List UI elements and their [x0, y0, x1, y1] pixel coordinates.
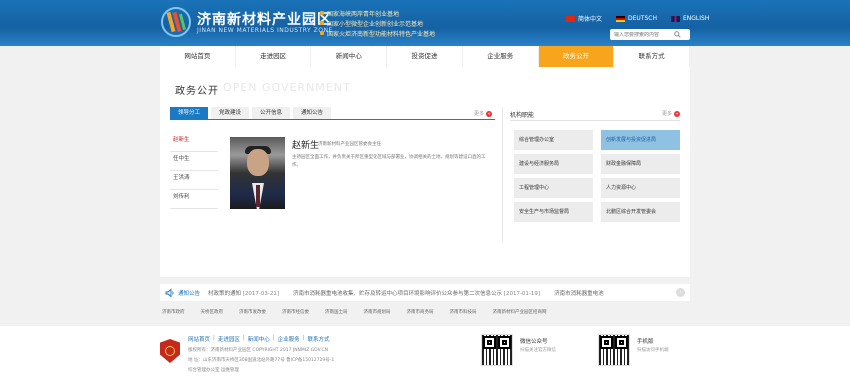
slogan-item: 国家海峡两岸青年创业基地 — [320, 8, 435, 18]
lang-english[interactable]: ENGLISH — [671, 14, 709, 23]
notice-item[interactable]: 济南市消耗器重电池 — [554, 289, 604, 297]
copyright-text: 版权所有：济南新材料产业园区 COPYRIGHT 2017 JNNMIZ.GOV… — [188, 348, 329, 353]
footer-link[interactable]: 走进园区 — [218, 335, 240, 343]
language-switcher: 简体中文 DEUTSCH ENGLISH — [566, 14, 709, 23]
leader-description: 主持园区全面工作，并负责关于所区重型化区域与部署业，协调相关的土地、规划等建设口… — [292, 155, 486, 168]
slogan-list: 国家海峡两岸青年创业基地 国家小型微型企业创新创业示范基地 国家火炬济南新型功能… — [320, 8, 435, 38]
tab-leadership[interactable]: 领导分工 — [170, 107, 209, 119]
header-bar: 济南新材料产业园区 JINAN NEW MATERIALS INDUSTRY Z… — [0, 0, 850, 46]
link-item[interactable]: 济南市科技局 — [450, 309, 477, 315]
tab-notices[interactable]: 通知公告 — [293, 107, 332, 119]
uk-flag-icon — [671, 15, 680, 22]
main-nav: 网站首页 走进园区 新闻中心 投资促进 企业服务 政务公开 联系方式 — [160, 46, 691, 67]
leader-item[interactable]: 王洪涛 — [170, 171, 218, 190]
speaker-icon — [165, 288, 174, 297]
notice-label: 通知公告 — [178, 290, 201, 297]
more-link-tabs[interactable]: 更多 + — [474, 110, 493, 117]
footer-link[interactable]: 网站首页 — [188, 335, 210, 343]
org-item[interactable]: 建设与经济服务局 — [514, 154, 593, 174]
link-item[interactable]: 天桥区政府 — [201, 309, 224, 315]
bullet-icon — [320, 21, 324, 25]
nav-contact[interactable]: 联系方式 — [614, 46, 691, 67]
nav-investment[interactable]: 投资促进 — [387, 46, 463, 67]
search-input[interactable] — [614, 31, 674, 38]
footer-nav: 网站首页 | 走进园区 | 新闻中心 | 企业服务 | 联系方式 — [188, 335, 330, 343]
leader-item[interactable]: 刘传利 — [170, 190, 218, 209]
leader-photo — [230, 137, 285, 209]
link-item[interactable]: 济南市规划局 — [364, 309, 391, 315]
footer-link[interactable]: 联系方式 — [308, 335, 330, 343]
lang-chinese[interactable]: 简体中文 — [566, 14, 602, 23]
nav-services[interactable]: 企业服务 — [463, 46, 539, 67]
search-box — [610, 29, 690, 40]
notice-item[interactable]: 村政策的通知 [2017-03-21] — [208, 289, 279, 297]
link-item[interactable]: 济南市经信委 — [282, 309, 309, 315]
notice-item[interactable]: 济南市消耗器重电池收集、贮存及转运中心项目环境影响评价公众参与第二次信息公示 [… — [293, 289, 540, 297]
china-flag-icon — [566, 15, 575, 22]
org-item[interactable]: 综合管理办公室 — [514, 130, 593, 150]
leader-list: 赵新生 任中生 王洪涛 刘传利 — [170, 133, 218, 209]
org-item[interactable]: 财政金融保障局 — [601, 154, 680, 174]
nav-home[interactable]: 网站首页 — [160, 46, 236, 67]
footer-link[interactable]: 企业服务 — [278, 335, 300, 343]
leader-role: 济南新材料产业园区管委会主任 — [318, 142, 381, 147]
notice-ticker: 村政策的通知 [2017-03-21] 济南市消耗器重电池收集、贮存及转运中心项… — [208, 289, 678, 297]
admin-text: 综合管理办公室 运维管理 — [188, 368, 239, 373]
link-item[interactable]: 济南市商务局 — [407, 309, 434, 315]
slogan-item: 国家小型微型企业创新创业示范基地 — [320, 18, 435, 28]
search-icon[interactable] — [674, 31, 681, 38]
mobile-qr-code — [598, 334, 630, 366]
leader-name: 赵新生 — [292, 141, 320, 151]
qr-subtitle: 扫描访问手机端 — [637, 348, 669, 353]
qr-subtitle: 扫描关注官方微信 — [520, 348, 556, 353]
org-item[interactable]: 北鹏区综合开发管委会 — [601, 202, 680, 222]
slogan-item: 国家火炬济南新型功能材料特色产业基地 — [320, 28, 435, 38]
nav-about[interactable]: 走进园区 — [236, 46, 312, 67]
friendly-links: 济南市政府 天桥区政府 济南市发改委 济南市经信委 济南国土局 济南市规划局 济… — [160, 306, 690, 318]
plus-icon: + — [486, 110, 493, 117]
org-item[interactable]: 人力资源中心 — [601, 178, 680, 198]
org-section-title: 机构职能 — [510, 112, 535, 119]
qr-title: 手机版 — [637, 339, 654, 345]
tab-bar: 领导分工 党政建设 公开信息 通知公告 — [170, 107, 495, 120]
tab-public-info[interactable]: 公开信息 — [252, 107, 291, 119]
org-item[interactable]: 工程管理中心 — [514, 178, 593, 198]
site-subtitle: JINAN NEW MATERIALS INDUSTRY ZONE — [197, 27, 333, 34]
link-item[interactable]: 济南国土局 — [325, 309, 348, 315]
bullet-icon — [320, 31, 324, 35]
org-item[interactable]: 创新发展与投资促进局 — [601, 130, 680, 150]
link-item[interactable]: 济南市政府 — [162, 309, 185, 315]
notice-next-icon[interactable]: › — [676, 288, 685, 297]
notice-bar: 通知公告 村政策的通知 [2017-03-21] 济南市消耗器重电池收集、贮存及… — [160, 284, 690, 301]
tab-party[interactable]: 党政建设 — [211, 107, 250, 119]
qr-title: 微信公众号 — [520, 339, 548, 345]
content-panel: 政务公开 OPEN GOVERNMENT 领导分工 党政建设 公开信息 通知公告… — [160, 67, 690, 277]
org-item[interactable]: 安全生产与市场监督局 — [514, 202, 593, 222]
germany-flag-icon — [616, 15, 626, 22]
plus-icon: + — [674, 110, 681, 117]
park-logo-icon[interactable] — [158, 6, 194, 38]
leader-item[interactable]: 赵新生 — [170, 133, 218, 152]
nav-government[interactable]: 政务公开 — [538, 46, 615, 67]
bullet-icon — [320, 11, 324, 15]
page-title-en: OPEN GOVERNMENT — [223, 81, 351, 94]
site-title[interactable]: 济南新材料产业园区 — [197, 9, 332, 29]
leader-item[interactable]: 任中生 — [170, 152, 218, 171]
page-title: 政务公开 — [175, 86, 219, 97]
link-item[interactable]: 济南新材料产业园区招商网 — [493, 309, 547, 315]
more-link-org[interactable]: 更多 + — [662, 110, 681, 117]
divider — [510, 120, 680, 121]
nav-news[interactable]: 新闻中心 — [311, 46, 388, 67]
link-item[interactable]: 济南市发改委 — [239, 309, 266, 315]
footer-link[interactable]: 新闻中心 — [248, 335, 270, 343]
divider — [502, 107, 503, 242]
org-grid: 综合管理办公室 创新发展与投资促进局 建设与经济服务局 财政金融保障局 工程管理… — [514, 130, 680, 222]
footer — [0, 326, 850, 381]
lang-german[interactable]: DEUTSCH — [616, 14, 657, 23]
address-text: 地 址：山东济南市天桥区308国道北站外路77号 鲁ICP备15012729号-… — [188, 358, 335, 363]
wechat-qr-code — [481, 334, 513, 366]
